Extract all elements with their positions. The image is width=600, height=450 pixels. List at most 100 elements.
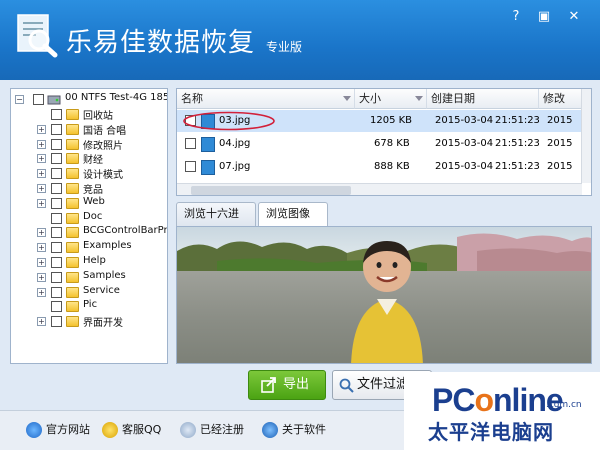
checkbox[interactable]	[51, 227, 62, 239]
image-file-icon	[201, 160, 215, 175]
folder-icon	[66, 109, 79, 120]
tree-item[interactable]: + Service	[11, 285, 167, 300]
tree-item-label: 国语 合唱	[83, 125, 127, 137]
checkbox[interactable]	[51, 316, 62, 328]
horizontal-scrollbar[interactable]	[177, 183, 582, 195]
close-button[interactable]: ✕	[564, 8, 584, 26]
tree-item[interactable]: + 财经	[11, 151, 167, 167]
column-created[interactable]: 创建日期	[427, 89, 539, 109]
footer-link-qq[interactable]: 客服QQ	[102, 420, 172, 440]
image-preview	[176, 226, 592, 364]
edition-label: 专业版	[266, 40, 303, 54]
search-icon	[339, 378, 354, 393]
footer-link-website[interactable]: 官方网站	[26, 420, 96, 440]
checkbox[interactable]	[51, 183, 62, 194]
column-modified[interactable]: 修改	[539, 89, 582, 109]
checkbox[interactable]	[51, 109, 62, 120]
tree-item-label: 修改照片	[83, 140, 123, 152]
export-label: 导出	[283, 377, 310, 392]
checkbox[interactable]	[51, 212, 62, 224]
tree-item[interactable]: + 设计模式	[11, 166, 167, 181]
expand-icon[interactable]: +	[37, 124, 46, 134]
file-list[interactable]: 名称 大小 创建日期 修改 03.jpg 1205 KB 2015-03-04 …	[176, 88, 592, 196]
app-logo-icon	[17, 14, 58, 58]
footer-link-about[interactable]: 关于软件	[262, 420, 338, 440]
expand-icon[interactable]: +	[37, 258, 46, 267]
expand-icon[interactable]: +	[37, 139, 46, 149]
checkbox[interactable]	[51, 271, 62, 283]
file-time: 21:51:23	[495, 115, 540, 126]
checkbox[interactable]	[51, 301, 62, 313]
expand-icon[interactable]: +	[37, 228, 46, 238]
checkbox[interactable]	[51, 197, 62, 209]
tab-hex[interactable]: 浏览十六进制	[176, 202, 256, 242]
help-button[interactable]: ?	[506, 8, 526, 26]
tree-item-label: 回收站	[83, 111, 113, 122]
checkbox[interactable]	[51, 242, 62, 254]
footer-link-registered[interactable]: 已经注册	[180, 420, 256, 440]
file-time: 21:51:23	[495, 161, 540, 172]
tree-item[interactable]: + 修改照片	[11, 137, 167, 152]
checkbox[interactable]	[33, 94, 44, 105]
file-row[interactable]: 03.jpg 1205 KB 2015-03-04 21:51:23 2015	[177, 110, 582, 132]
tree-item[interactable]: + Web	[11, 196, 167, 211]
tree-item[interactable]: + BCGControlBarPro I	[11, 225, 167, 240]
checkbox[interactable]	[51, 123, 62, 135]
tree-root[interactable]: − 00 NTFS Test-4G 185	[11, 92, 167, 107]
tree-item[interactable]: + 国语 合唱	[11, 122, 167, 137]
tree-item[interactable]: Pic	[11, 299, 167, 314]
expand-icon[interactable]: +	[37, 154, 46, 164]
export-button[interactable]: 导出	[248, 370, 326, 400]
collapse-icon[interactable]: −	[15, 95, 24, 104]
expand-icon[interactable]: +	[37, 243, 46, 253]
expand-icon[interactable]: +	[37, 184, 46, 193]
file-name: 07.jpg	[219, 161, 251, 172]
watermark-brand-cn: 太平洋电脑网	[428, 420, 554, 444]
file-name: 04.jpg	[219, 138, 251, 149]
sort-arrow-icon	[343, 96, 351, 101]
checkbox[interactable]	[51, 257, 62, 268]
footer-link-label: 客服QQ	[122, 423, 162, 436]
checkbox[interactable]	[51, 168, 62, 180]
folder-icon	[66, 271, 79, 283]
tree-item[interactable]: 回收站	[11, 107, 167, 122]
expand-icon[interactable]: +	[37, 317, 46, 327]
restore-button[interactable]: ▣	[534, 8, 554, 26]
tree-item[interactable]: + Help	[11, 255, 167, 270]
tree-item[interactable]: + Examples	[11, 240, 167, 255]
checkbox[interactable]	[51, 286, 62, 298]
tree-item[interactable]: + 竞品	[11, 181, 167, 196]
checkbox[interactable]	[185, 161, 196, 172]
tree-item[interactable]: + 界面开发	[11, 314, 167, 329]
expand-icon[interactable]: +	[37, 272, 46, 282]
file-row[interactable]: 04.jpg 678 KB 2015-03-04 21:51:23 2015	[177, 133, 582, 155]
checkbox[interactable]	[51, 138, 62, 150]
vertical-scrollbar[interactable]	[581, 89, 591, 183]
folder-icon	[66, 168, 79, 180]
tree-item-label: Examples	[83, 240, 132, 252]
folder-tree[interactable]: − 00 NTFS Test-4G 185 回收站 + 国语 合唱 + 修改照片 + 财经 +…	[10, 88, 168, 364]
file-modified: 2015	[547, 161, 573, 172]
ie-icon	[26, 422, 42, 438]
tree-item[interactable]: Doc	[11, 211, 167, 226]
expand-icon[interactable]: +	[37, 287, 46, 297]
folder-icon	[66, 123, 79, 135]
pconline-watermark: PConline .com.cn 太平洋电脑网	[404, 372, 600, 450]
sort-arrow-icon	[415, 96, 423, 101]
tree-item-label: Pic	[83, 299, 98, 311]
watermark-brand: PConline	[432, 382, 564, 418]
checkbox[interactable]	[51, 153, 62, 165]
expand-icon[interactable]: +	[37, 198, 46, 208]
file-size: 678 KB	[374, 138, 410, 149]
image-file-icon	[201, 137, 215, 152]
tree-item-label: 竞品	[83, 185, 103, 196]
tree-item-label: 财经	[83, 155, 103, 167]
column-name[interactable]: 名称	[177, 89, 355, 109]
scrollbar-thumb[interactable]	[191, 186, 351, 195]
file-row[interactable]: 07.jpg 888 KB 2015-03-04 21:51:23 2015	[177, 156, 582, 178]
tree-item[interactable]: + Samples	[11, 270, 167, 285]
tab-image[interactable]: 浏览图像	[258, 202, 328, 226]
expand-icon[interactable]: +	[37, 169, 46, 179]
checkbox[interactable]	[185, 138, 196, 149]
file-size: 888 KB	[374, 161, 410, 172]
